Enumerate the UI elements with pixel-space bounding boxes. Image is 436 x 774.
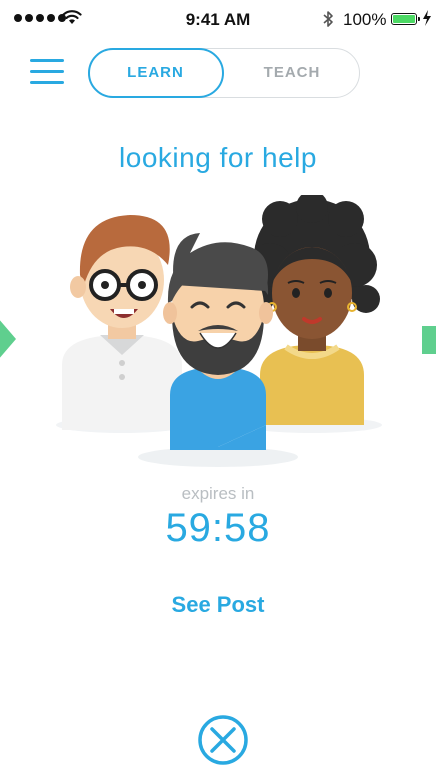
next-arrow-icon[interactable] bbox=[422, 326, 436, 354]
battery-icon bbox=[391, 13, 420, 25]
close-circle-icon[interactable] bbox=[197, 714, 249, 766]
bluetooth-icon bbox=[323, 11, 333, 27]
screen: 9:41 AM 100% LEARN TEACH looking for hel… bbox=[0, 0, 436, 774]
tab-teach[interactable]: TEACH bbox=[225, 49, 359, 96]
hamburger-icon bbox=[30, 59, 64, 62]
tab-learn[interactable]: LEARN bbox=[87, 47, 224, 98]
page-title: looking for help bbox=[119, 142, 317, 173]
status-bar: 9:41 AM 100% bbox=[0, 0, 436, 40]
menu-button[interactable] bbox=[30, 59, 64, 85]
previous-arrow-icon[interactable] bbox=[0, 318, 16, 360]
learn-teach-toggle: LEARN TEACH bbox=[87, 47, 360, 98]
countdown-timer: 59:58 bbox=[165, 506, 271, 550]
expires-label: expires in bbox=[181, 484, 255, 503]
battery-percent: 100% bbox=[343, 10, 387, 29]
charging-bolt-icon bbox=[423, 10, 431, 26]
group-of-people-illustration bbox=[56, 195, 382, 467]
see-post-button[interactable]: See Post bbox=[143, 588, 293, 622]
